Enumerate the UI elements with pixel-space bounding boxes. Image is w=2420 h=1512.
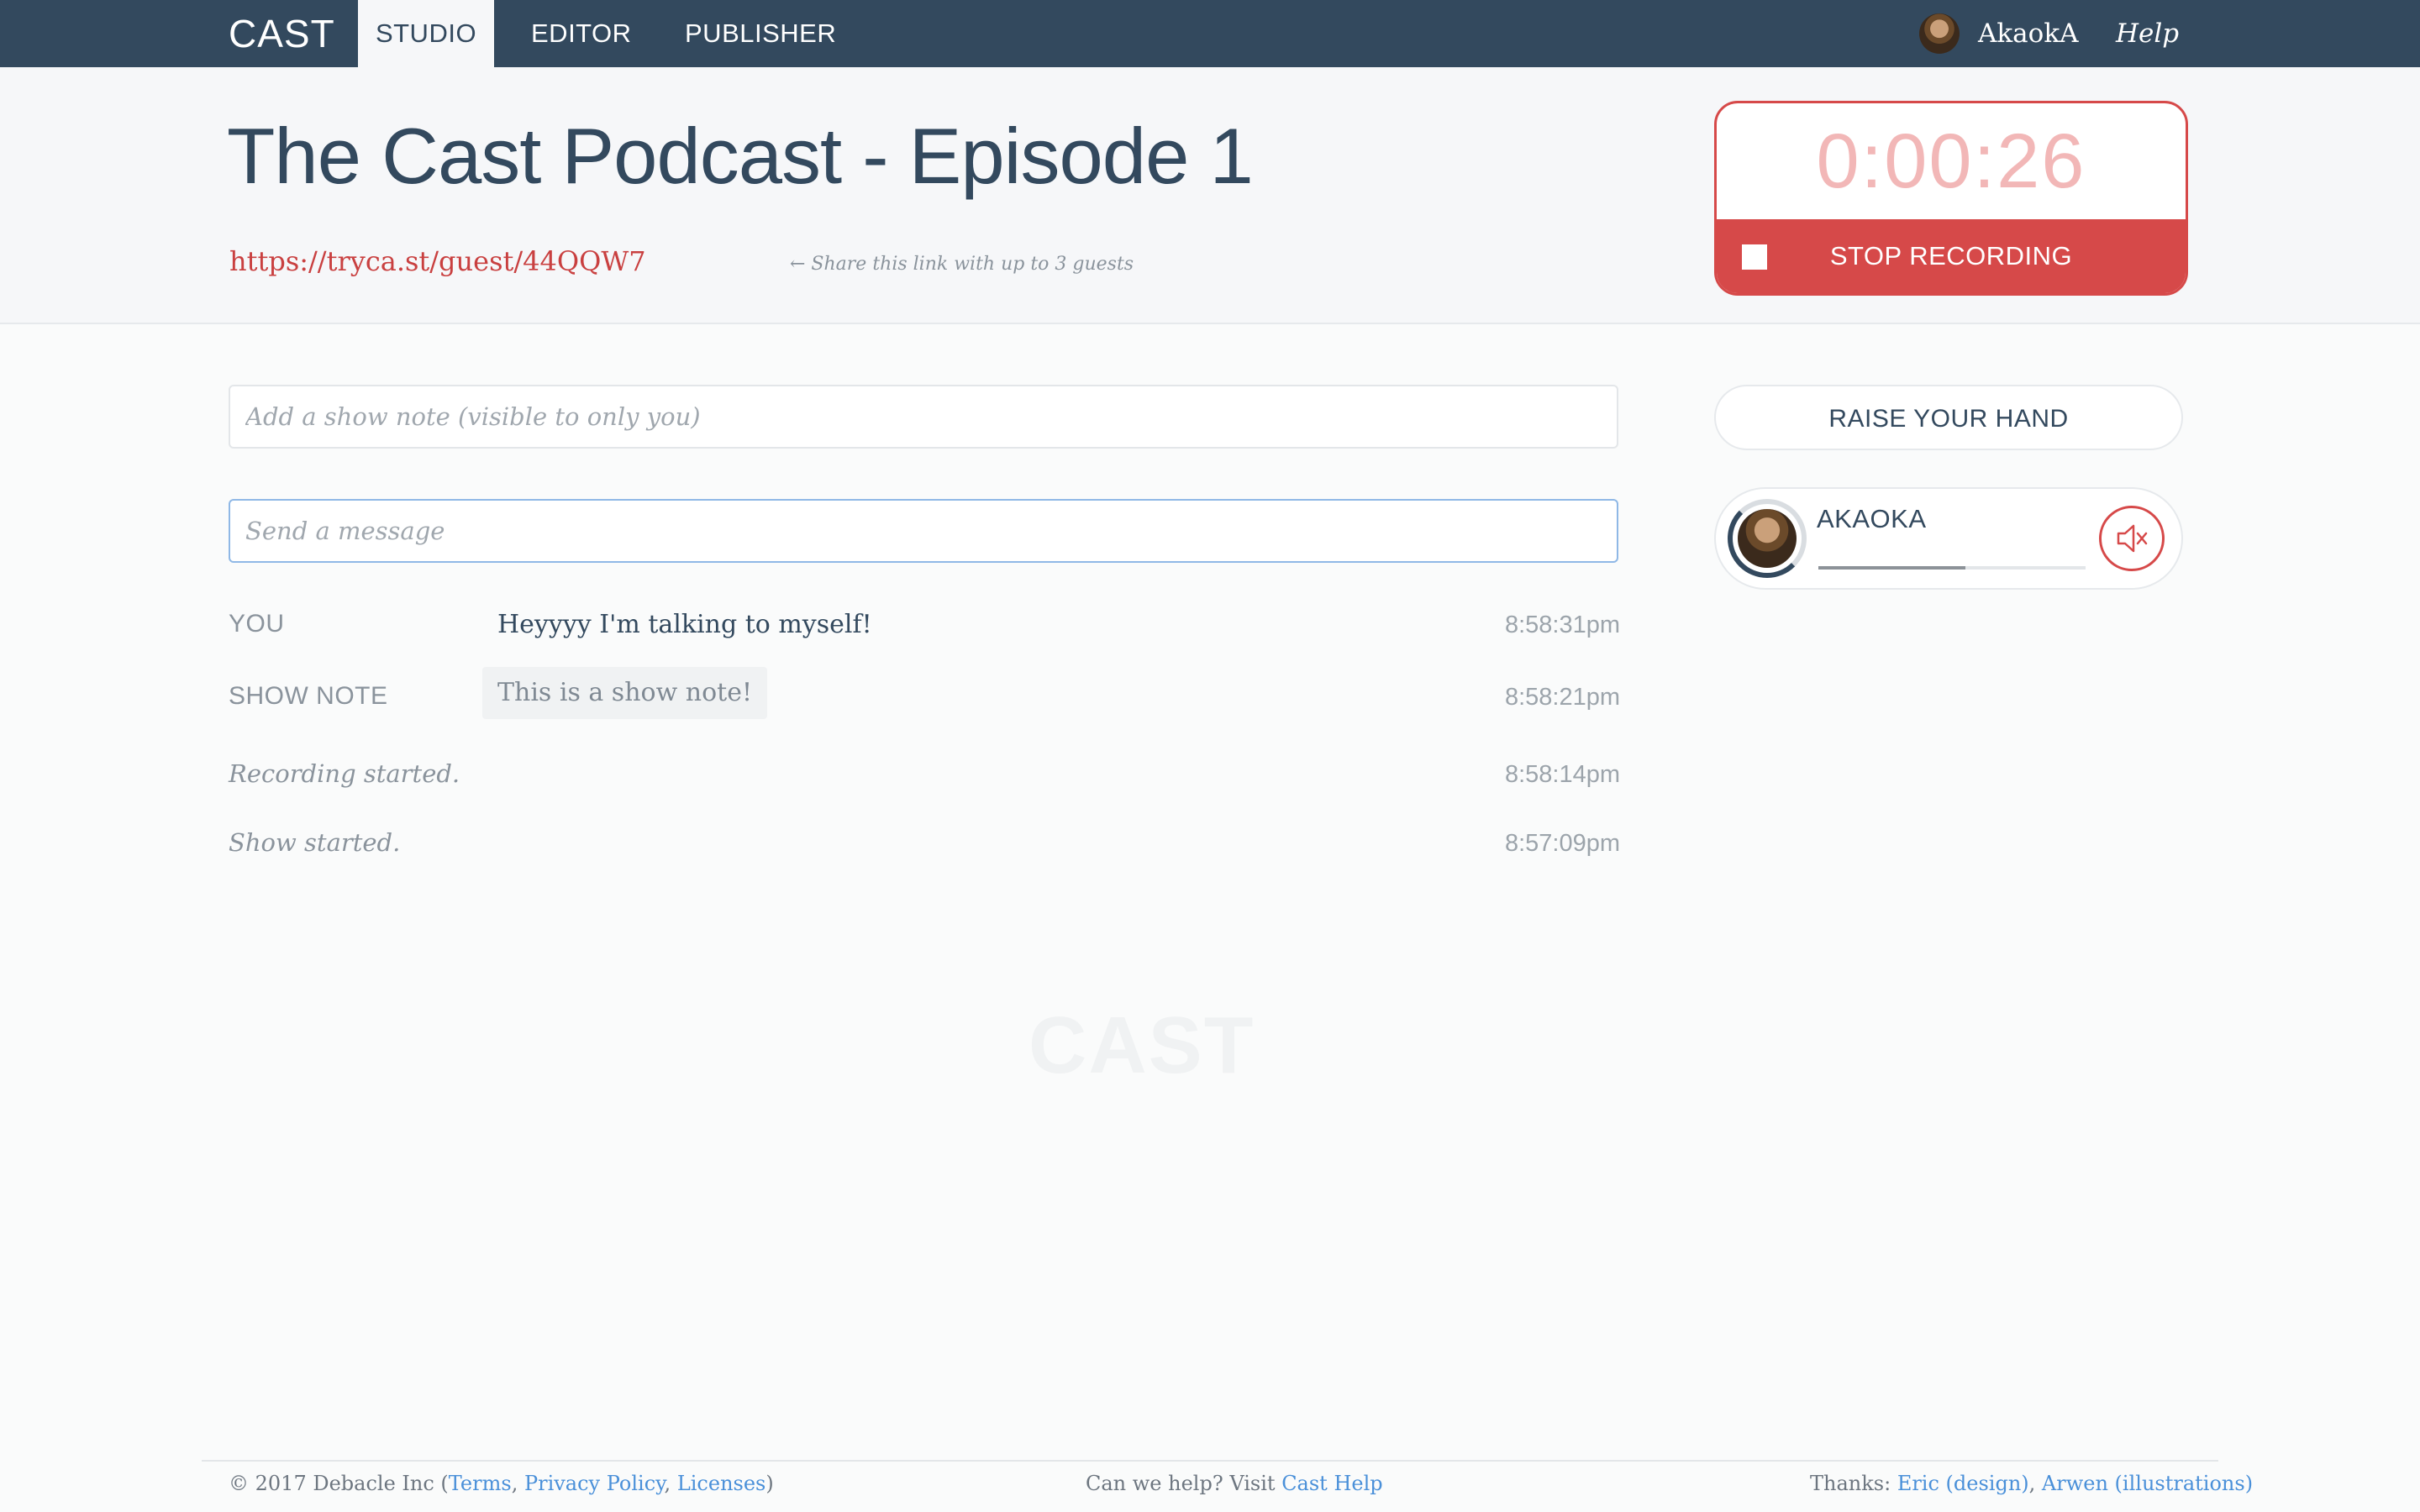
- cast-help-link[interactable]: Cast Help: [1281, 1472, 1382, 1495]
- message-time: 8:58:21pm: [1504, 684, 1620, 711]
- privacy-link[interactable]: Privacy Policy: [524, 1472, 665, 1495]
- cast-watermark: CAST: [1028, 1000, 1255, 1090]
- cast-logo[interactable]: CAST: [229, 0, 335, 67]
- participant-name: AKAOKA: [1817, 504, 1927, 533]
- top-nav: CAST STUDIO EDITOR PUBLISHER AkaokA Help: [0, 0, 2420, 67]
- tab-publisher[interactable]: PUBLISHER: [685, 0, 836, 67]
- terms-link[interactable]: Terms: [449, 1472, 512, 1495]
- message-time: 8:58:14pm: [1504, 761, 1620, 788]
- user-menu[interactable]: AkaokA: [1919, 13, 2079, 54]
- event-text: Show started.: [229, 828, 401, 857]
- arwen-link[interactable]: Arwen (illustrations): [2042, 1472, 2253, 1495]
- share-hint: ← Share this link with up to 3 guests: [790, 254, 1134, 275]
- eric-link[interactable]: Eric (design): [1897, 1472, 2029, 1495]
- participant-avatar: [1728, 499, 1807, 578]
- stop-recording-label: STOP RECORDING: [1829, 241, 2073, 270]
- audio-level-fill: [1818, 566, 1965, 570]
- help-prefix: Can we help? Visit: [1086, 1472, 1282, 1495]
- message-time: 8:58:31pm: [1504, 612, 1620, 638]
- message-row: YOU Heyyyy I'm talking to myself! 8:58:3…: [229, 610, 1620, 643]
- mute-button[interactable]: [2099, 506, 2165, 571]
- event-text: Recording started.: [229, 759, 460, 788]
- footer-help: Can we help? Visit Cast Help: [1086, 1472, 1383, 1495]
- user-name: AkaokA: [1978, 18, 2079, 49]
- help-link[interactable]: Help: [2116, 0, 2179, 67]
- timer-value: 0:00:26: [1816, 118, 2086, 204]
- event-row: Recording started. 8:58:14pm: [229, 759, 1620, 793]
- show-note-text: This is a show note!: [482, 667, 768, 719]
- message-time: 8:57:09pm: [1504, 830, 1620, 857]
- recording-timer: 0:00:26 STOP RECORDING: [1714, 101, 2188, 296]
- message-row: SHOW NOTE This is a show note! 8:58:21pm: [229, 667, 1620, 719]
- footer-divider: [202, 1460, 2218, 1462]
- message-sender: SHOW NOTE: [229, 682, 388, 710]
- event-row: Show started. 8:57:09pm: [229, 828, 1620, 862]
- thanks-prefix: Thanks:: [1810, 1472, 1897, 1495]
- licenses-link[interactable]: Licenses: [677, 1472, 766, 1495]
- message-text: Heyyyy I'm talking to myself!: [497, 610, 872, 639]
- speaker-muted-icon: [2117, 524, 2148, 553]
- page-title: The Cast Podcast - Episode 1: [227, 112, 1254, 200]
- stop-recording-button[interactable]: STOP RECORDING: [1717, 219, 2186, 293]
- raise-hand-button[interactable]: RAISE YOUR HAND: [1714, 385, 2183, 450]
- participant-photo: [1738, 509, 1797, 568]
- footer-thanks: Thanks: Eric (design), Arwen (illustrati…: [1810, 1472, 2254, 1495]
- copyright-text: © 2017 Debacle Inc (: [229, 1472, 449, 1495]
- tab-editor[interactable]: EDITOR: [531, 0, 632, 67]
- message-input[interactable]: [229, 499, 1618, 563]
- participant-card: AKAOKA: [1714, 487, 2183, 590]
- show-note-input[interactable]: [229, 385, 1618, 449]
- audio-level-meter: [1818, 566, 2086, 570]
- footer-copyright: © 2017 Debacle Inc (Terms, Privacy Polic…: [229, 1472, 774, 1495]
- tab-studio[interactable]: STUDIO: [358, 0, 494, 67]
- guest-link[interactable]: https://tryca.st/guest/44QQW7: [229, 245, 646, 277]
- message-sender: YOU: [229, 610, 285, 638]
- user-avatar: [1919, 13, 1960, 54]
